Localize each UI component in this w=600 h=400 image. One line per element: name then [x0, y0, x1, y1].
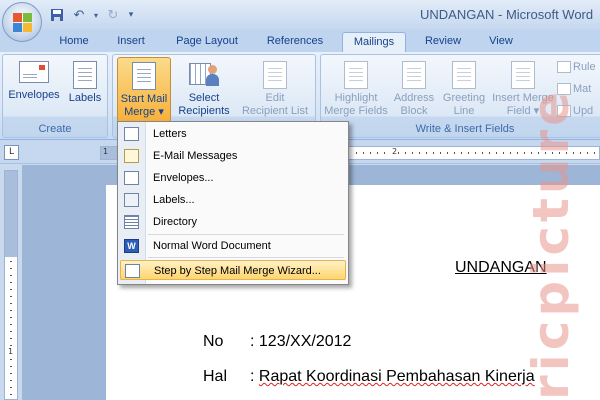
ribbon-tabs: Home Insert Page Layout References Maili…	[0, 30, 600, 52]
start-mail-merge-button[interactable]: Start Mail Merge ▾	[117, 57, 171, 123]
tab-selector-button[interactable]: L	[4, 145, 19, 160]
update-labels-icon	[557, 105, 571, 118]
highlight-merge-fields-button[interactable]: Highlight Merge Fields	[323, 61, 389, 118]
window-title: UNDANGAN - Microsoft Word	[420, 7, 594, 22]
ruler-number: 1	[8, 347, 14, 356]
match-fields-icon	[557, 83, 571, 96]
envelope-icon	[19, 61, 49, 83]
envelopes-button[interactable]: Envelopes	[7, 61, 61, 102]
tab-page-layout[interactable]: Page Layout	[168, 32, 246, 52]
no-value[interactable]: : 123/XX/2012	[250, 333, 351, 351]
hal-label[interactable]: Hal	[203, 368, 227, 386]
edit-recipient-list-button[interactable]: Edit Recipient List	[237, 61, 313, 118]
recipients-icon	[189, 61, 219, 89]
tab-review[interactable]: Review	[418, 32, 468, 52]
redo-icon[interactable]: ↻	[104, 6, 122, 24]
undo-icon[interactable]: ↶	[70, 6, 88, 24]
tab-view[interactable]: View	[480, 32, 522, 52]
save-icon[interactable]	[48, 6, 66, 24]
vertical-ruler[interactable]: 1	[4, 170, 18, 400]
office-button[interactable]	[2, 2, 42, 42]
match-fields-button[interactable]: Mat	[557, 83, 600, 96]
menu-separator	[148, 234, 344, 235]
menu-item-mail-merge-wizard[interactable]: Step by Step Mail Merge Wizard...	[120, 260, 346, 280]
rules-icon	[557, 61, 571, 74]
menu-item-envelopes[interactable]: Envelopes...	[120, 168, 346, 188]
labels-icon	[73, 61, 97, 89]
menu-item-email-messages[interactable]: E-Mail Messages	[120, 146, 346, 166]
envelope-icon	[124, 171, 139, 185]
group-write-insert-fields: Highlight Merge Fields Address Block Gre…	[320, 54, 600, 138]
ruler-number: 1	[103, 147, 109, 156]
undo-dropdown-icon[interactable]: ▾	[92, 6, 100, 24]
menu-item-labels[interactable]: Labels...	[120, 190, 346, 210]
letter-icon	[124, 127, 139, 141]
menu-item-directory[interactable]: Directory	[120, 212, 346, 232]
group-label-write-insert: Write & Insert Fields	[415, 123, 515, 135]
rules-button[interactable]: Rule	[557, 61, 600, 74]
insert-field-icon	[511, 61, 535, 89]
wizard-icon	[125, 264, 140, 278]
insert-merge-field-button[interactable]: Insert Merge Field ▾	[489, 61, 557, 118]
group-create: Envelopes Labels Create	[2, 54, 108, 138]
highlight-icon	[344, 61, 368, 89]
edit-list-icon	[263, 61, 287, 89]
address-block-button[interactable]: Address Block	[391, 61, 437, 118]
menu-separator	[148, 257, 344, 258]
greeting-line-icon	[452, 61, 476, 89]
word-document-icon: W	[124, 239, 139, 253]
menu-item-letters[interactable]: Letters	[120, 124, 346, 144]
office-logo-icon	[13, 13, 33, 33]
directory-icon	[124, 215, 139, 229]
document-heading[interactable]: UNDANGAN	[455, 259, 547, 277]
no-label[interactable]: No	[203, 333, 223, 351]
customize-toolbar-icon[interactable]: ▾	[126, 6, 136, 24]
tab-home[interactable]: Home	[52, 32, 96, 52]
hal-value[interactable]: : Rapat Koordinasi Pembahasan Kinerja	[250, 368, 535, 386]
labels-icon	[124, 193, 139, 207]
tab-insert[interactable]: Insert	[108, 32, 154, 52]
start-mail-merge-menu: Letters E-Mail Messages Envelopes... Lab…	[117, 121, 349, 285]
tab-mailings[interactable]: Mailings	[342, 32, 406, 52]
tab-references[interactable]: References	[258, 32, 332, 52]
quick-access-toolbar: ↶ ▾ ↻ ▾	[48, 5, 136, 25]
menu-item-normal-word-document[interactable]: W Normal Word Document	[120, 236, 346, 256]
labels-button[interactable]: Labels	[65, 61, 105, 105]
address-block-icon	[402, 61, 426, 89]
greeting-line-button[interactable]: Greeting Line	[439, 61, 489, 118]
group-label-create: Create	[38, 123, 72, 135]
update-labels-button[interactable]: Upd	[557, 105, 600, 118]
ruler-number: 2	[391, 147, 399, 156]
title-bar: ↶ ▾ ↻ ▾ UNDANGAN - Microsoft Word	[0, 0, 600, 30]
mail-merge-icon	[132, 62, 156, 90]
email-icon	[124, 149, 139, 163]
